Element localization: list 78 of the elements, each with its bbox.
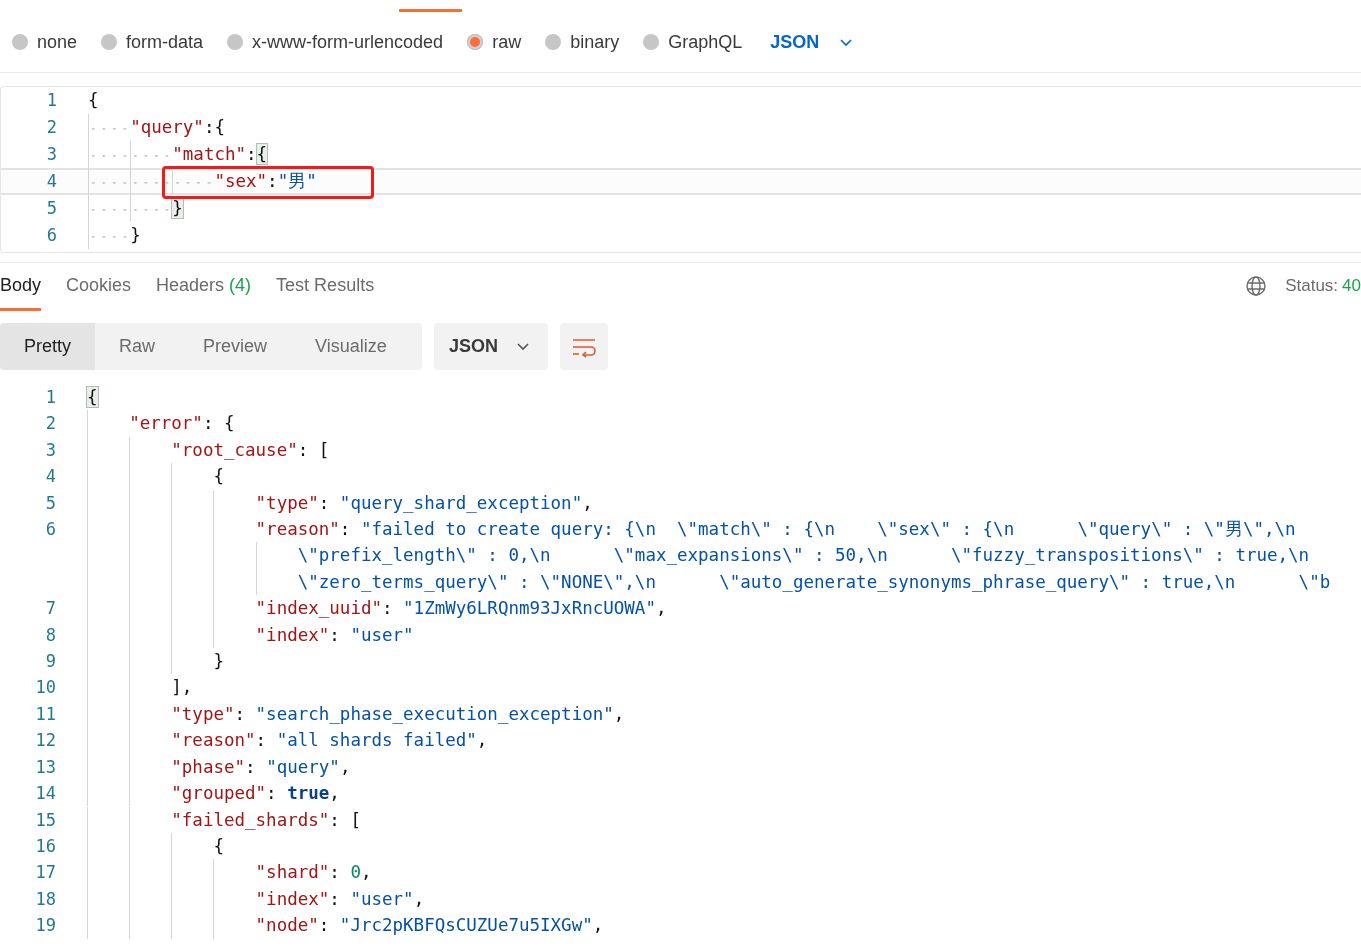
code-line: } — [88, 222, 141, 249]
code-line: "grouped": true, — [87, 780, 340, 807]
code-line: "index_uuid": "1ZmWy6LRQnm93JxRncUOWA", — [87, 595, 667, 622]
radio-label[interactable]: raw — [492, 31, 522, 53]
line-number: 5 — [45, 197, 57, 220]
response-tab[interactable]: Body — [0, 263, 42, 311]
view-mode-button[interactable]: Raw — [95, 323, 180, 370]
radio-button[interactable] — [643, 34, 660, 50]
code-line: { — [87, 832, 224, 860]
line-number: 1 — [45, 89, 57, 112]
line-number: 1 — [44, 386, 56, 409]
wrap-lines-button[interactable] — [560, 323, 608, 370]
chevron-down-icon[interactable] — [516, 342, 531, 351]
line-number: 2 — [44, 412, 56, 436]
line-number: 9 — [44, 650, 56, 674]
radio-label[interactable]: x-www-form-urlencoded — [252, 31, 444, 53]
line-number: 15 — [34, 808, 56, 832]
status-label: Status: — [1285, 276, 1339, 296]
line-number: 4 — [45, 170, 57, 193]
code-line: "match":{ — [88, 141, 268, 168]
line-number: 3 — [44, 438, 56, 462]
radio-button[interactable] — [467, 34, 484, 50]
radio-label[interactable]: none — [37, 31, 78, 53]
code-line: } — [88, 195, 183, 222]
line-number: 7 — [44, 597, 56, 621]
line-number: 10 — [34, 676, 56, 700]
code-line: "reason": "all shards failed", — [87, 727, 488, 754]
chevron-down-icon[interactable] — [839, 37, 854, 47]
line-number: 8 — [44, 623, 56, 647]
view-mode-button[interactable]: Visualize — [291, 323, 411, 370]
radio-button[interactable] — [101, 34, 118, 50]
code-line: "reason": "failed to create query: {\n \"match\" : {\n \"sex\" : {\n \"query\" : \"男\",\n — [87, 516, 1331, 543]
line-number: 6 — [44, 518, 56, 542]
line-number: 13 — [34, 755, 56, 779]
line-number: 19 — [34, 914, 56, 938]
line-number: 17 — [34, 861, 56, 885]
status-code: 40 — [1342, 276, 1361, 296]
code-line: "phase": "query", — [87, 753, 351, 781]
line-number: 3 — [45, 143, 57, 166]
line-number: 4 — [44, 465, 56, 489]
radio-label[interactable]: GraphQL — [668, 31, 743, 53]
code-line: "type": "search_phase_execution_exception", — [87, 700, 625, 728]
code-line: { — [87, 463, 224, 490]
format-dropdown-label[interactable]: JSON — [449, 336, 499, 357]
line-number: 2 — [45, 116, 57, 139]
line-number: 18 — [34, 887, 56, 911]
radio-button[interactable] — [227, 34, 244, 50]
code-line: "node": "Jrc2pKBFQsCUZUe7u5IXGw", — [87, 912, 604, 939]
code-line: { — [88, 87, 99, 114]
code-line: } — [87, 648, 224, 675]
line-number: 14 — [34, 782, 56, 806]
line-number: 5 — [44, 491, 56, 515]
line-number: 11 — [34, 702, 56, 726]
code-line: "index": "user" — [87, 621, 414, 649]
radio-label[interactable]: form-data — [126, 31, 204, 53]
code-line: "error": { — [87, 410, 235, 437]
radio-label[interactable]: binary — [570, 31, 620, 53]
active-tab-indicator — [399, 9, 462, 12]
radio-button[interactable] — [12, 34, 28, 50]
view-mode-button[interactable]: Pretty — [0, 323, 95, 370]
line-number: 12 — [34, 729, 56, 753]
line-number: 6 — [45, 224, 57, 247]
response-tab[interactable]: Headers (4) — [156, 263, 252, 311]
globe-icon[interactable] — [1245, 275, 1268, 297]
code-line: "query":{ — [88, 114, 225, 141]
code-line: "type": "query_shard_exception", — [87, 489, 593, 517]
radio-button[interactable] — [545, 34, 562, 50]
response-tab[interactable]: Cookies — [66, 263, 132, 311]
code-line: \"zero_terms_query\" : \"NONE\",\n \"auto_generate_synonyms_phrase_query\" : true,\n \"b — [87, 568, 1331, 596]
code-editor[interactable]: 1 { 2 "query":{ 3 "match":{ 4 "sex":"男" 5 } 6 } — [0, 86, 1361, 253]
code-line: "failed_shards": [ — [87, 806, 361, 833]
line-number: 16 — [34, 834, 56, 858]
code-line: "sex":"男" — [88, 168, 317, 195]
format-dropdown[interactable]: JSON — [770, 31, 820, 53]
code-line: \"prefix_length\" : 0,\n \"max_expansions\" : 50,\n \"fuzzy_transpositions\" : true,\n — [87, 542, 1331, 569]
view-mode-button[interactable]: Preview — [179, 323, 292, 370]
code-line: "root_cause": [ — [87, 436, 330, 464]
response-tab[interactable]: Test Results — [276, 263, 375, 311]
